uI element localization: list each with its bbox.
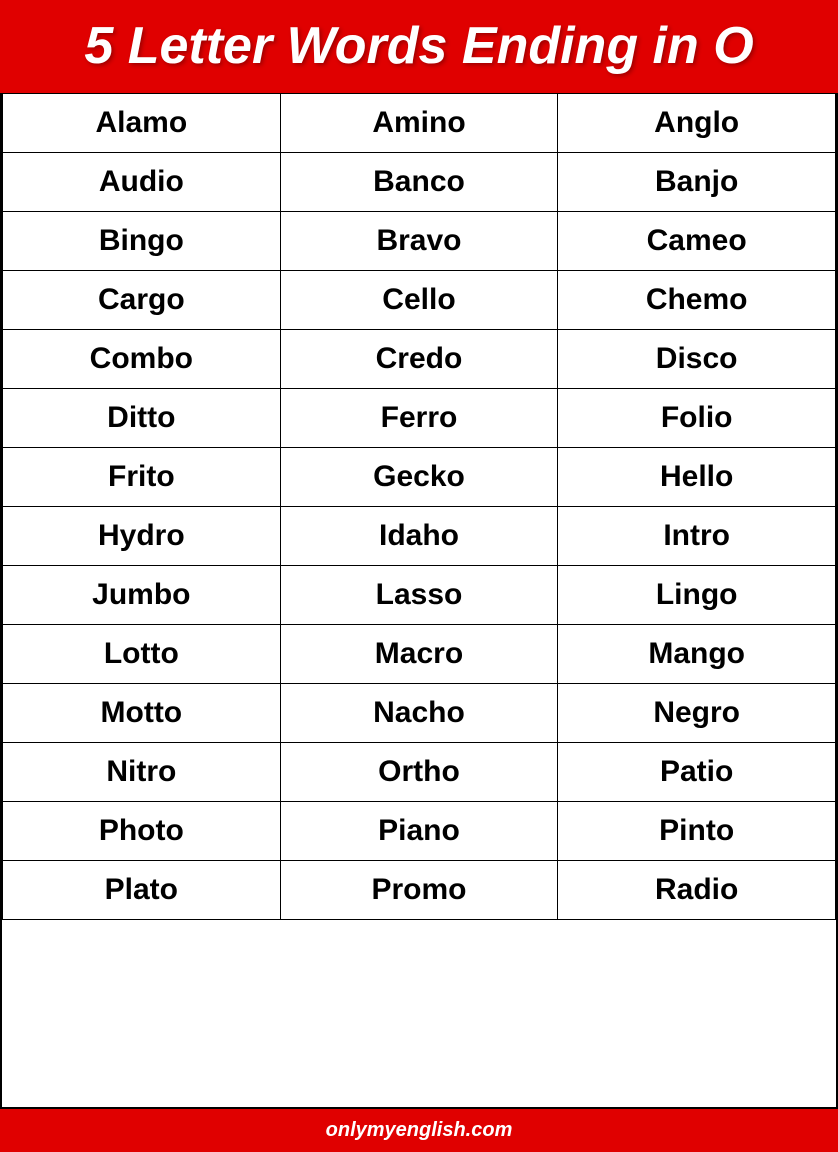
table-cell: Chemo [558,271,836,330]
table-row: CargoCelloChemo [3,271,836,330]
table-cell: Plato [3,861,281,920]
table-row: NitroOrthoPatio [3,743,836,802]
table-row: MottoNachoNegro [3,684,836,743]
table-cell: Anglo [558,94,836,153]
table-cell: Disco [558,330,836,389]
table-cell: Gecko [280,448,558,507]
table-cell: Motto [3,684,281,743]
table-cell: Audio [3,153,281,212]
table-cell: Photo [3,802,281,861]
table-row: LottoMacroMango [3,625,836,684]
table-cell: Radio [558,861,836,920]
table-cell: Macro [280,625,558,684]
table-row: AlamoAminoAnglo [3,94,836,153]
table-row: HydroIdahoIntro [3,507,836,566]
page-title: 5 Letter Words Ending in O [10,18,828,75]
table-cell: Lingo [558,566,836,625]
table-cell: Bingo [3,212,281,271]
table-cell: Lotto [3,625,281,684]
table-cell: Jumbo [3,566,281,625]
table-cell: Banjo [558,153,836,212]
table-row: ComboCredoDisco [3,330,836,389]
table-cell: Nitro [3,743,281,802]
table-cell: Nacho [280,684,558,743]
table-row: PhotoPianoPinto [3,802,836,861]
table-cell: Credo [280,330,558,389]
table-row: BingoBravoCameo [3,212,836,271]
table-cell: Cargo [3,271,281,330]
table-cell: Hello [558,448,836,507]
table-cell: Idaho [280,507,558,566]
word-table: AlamoAminoAngloAudioBancoBanjoBingoBravo… [2,93,836,920]
table-cell: Ortho [280,743,558,802]
table-cell: Combo [3,330,281,389]
table-cell: Amino [280,94,558,153]
table-cell: Ferro [280,389,558,448]
table-cell: Banco [280,153,558,212]
table-cell: Lasso [280,566,558,625]
table-row: DittoFerroFolio [3,389,836,448]
table-row: AudioBancoBanjo [3,153,836,212]
table-row: JumboLassoLingo [3,566,836,625]
table-cell: Frito [3,448,281,507]
table-cell: Cello [280,271,558,330]
table-cell: Negro [558,684,836,743]
table-cell: Ditto [3,389,281,448]
table-cell: Intro [558,507,836,566]
table-cell: Pinto [558,802,836,861]
table-cell: Alamo [3,94,281,153]
table-cell: Promo [280,861,558,920]
table-cell: Hydro [3,507,281,566]
page-footer: onlymyenglish.com [0,1109,838,1152]
table-cell: Cameo [558,212,836,271]
page-header: 5 Letter Words Ending in O [0,0,838,93]
table-cell: Mango [558,625,836,684]
table-row: FritoGeckoHello [3,448,836,507]
table-cell: Folio [558,389,836,448]
footer-text: onlymyenglish.com [326,1119,513,1141]
table-row: PlatoPromoRadio [3,861,836,920]
table-cell: Piano [280,802,558,861]
table-cell: Patio [558,743,836,802]
table-cell: Bravo [280,212,558,271]
word-table-container: AlamoAminoAngloAudioBancoBanjoBingoBravo… [0,93,838,1109]
